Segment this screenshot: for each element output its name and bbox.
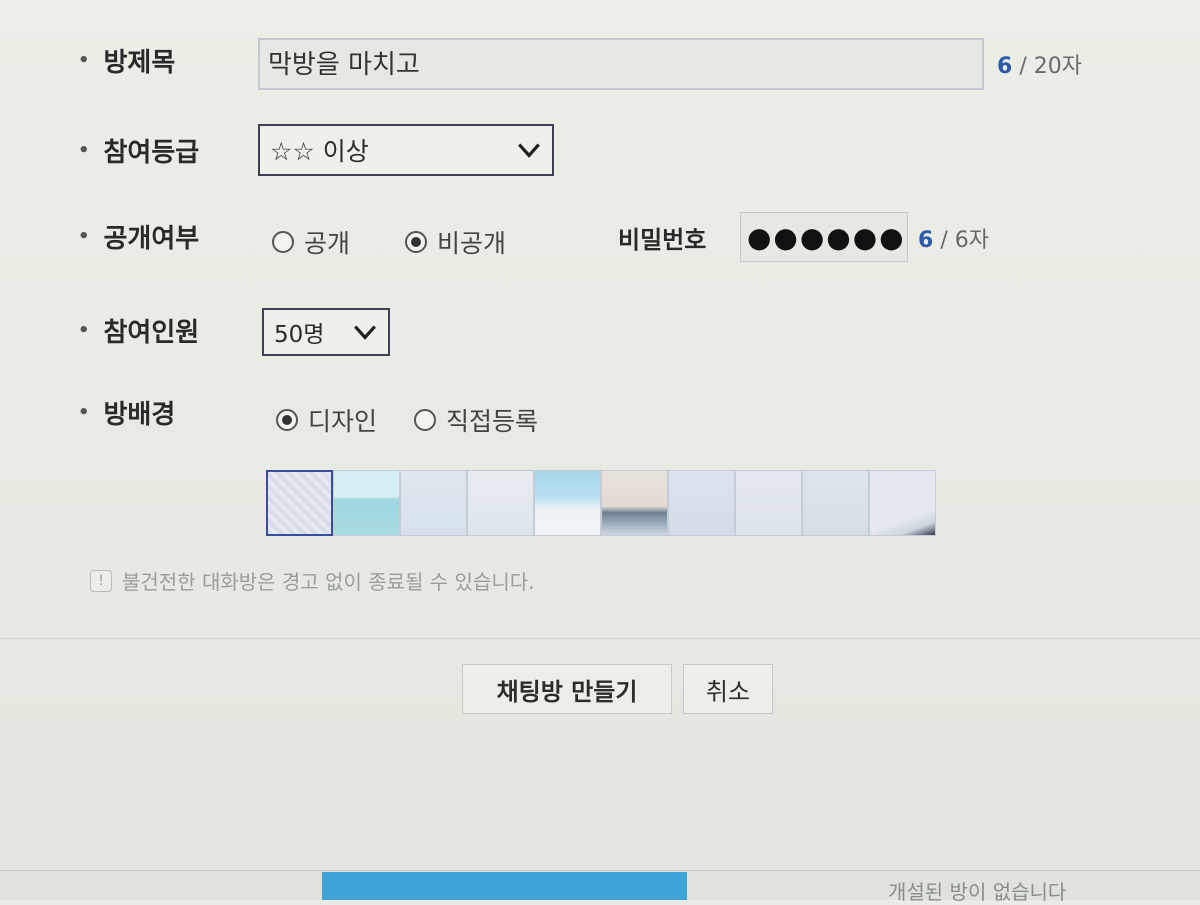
radio-private[interactable] — [405, 231, 427, 253]
visibility-row-label: • 공개여부 — [78, 218, 199, 255]
background-row-label: • 방배경 — [78, 394, 175, 431]
room-title-count-max: / 20자 — [1019, 54, 1082, 79]
grade-selected: ☆☆ 이상 — [270, 137, 369, 166]
bullet-icon: • — [78, 50, 90, 71]
grade-label: 참여등급 — [103, 138, 200, 168]
background-thumb[interactable] — [668, 470, 735, 536]
create-chatroom-button[interactable]: 채팅방 만들기 — [462, 664, 672, 714]
room-title-row-label: • 방제목 — [78, 42, 175, 79]
create-chatroom-panel: • 방제목 막방을 마치고 6 / 20자 • 참여등급 ☆☆ 이상 • 공개여… — [0, 0, 1200, 871]
bullet-icon: • — [78, 226, 90, 247]
radio-design[interactable] — [276, 409, 298, 431]
exclamation-icon: ! — [90, 569, 112, 592]
background-thumb[interactable] — [534, 470, 601, 536]
capacity-row-label: • 참여인원 — [78, 312, 199, 349]
cancel-button-label: 취소 — [705, 677, 751, 706]
background-custom-label: 직접등록 — [446, 407, 539, 436]
divider — [0, 638, 1200, 639]
bullet-icon: • — [78, 140, 90, 161]
background-thumb[interactable] — [400, 470, 467, 536]
password-count-current: 6 — [918, 228, 934, 253]
chevron-down-icon — [518, 143, 540, 158]
capacity-select[interactable]: 50명 — [262, 308, 390, 356]
cancel-button[interactable]: 취소 — [683, 664, 773, 714]
background-thumb[interactable] — [266, 470, 333, 536]
bullet-icon: • — [78, 320, 90, 341]
visibility-private-label: 비공개 — [437, 229, 507, 258]
room-title-counter: 6 / 20자 — [997, 48, 1082, 80]
capacity-label: 참여인원 — [103, 318, 200, 348]
room-title-value: 막방을 마치고 — [268, 50, 420, 80]
background-design-label: 디자인 — [308, 407, 378, 436]
warning-notice: ! 불건전한 대화방은 경고 없이 종료될 수 있습니다. — [90, 566, 535, 595]
password-label: 비밀번호 — [618, 226, 707, 254]
background-label: 방배경 — [103, 400, 176, 430]
password-count-max: / 6자 — [940, 228, 989, 253]
capacity-selected: 50명 — [274, 322, 325, 348]
create-chatroom-button-label: 채팅방 만들기 — [496, 677, 638, 706]
radio-custom[interactable] — [414, 409, 436, 431]
password-masked-value: ●●●●●● — [747, 220, 906, 254]
password-counter: 6 / 6자 — [918, 222, 989, 254]
grade-row-label: • 참여등급 — [78, 132, 199, 169]
visibility-private-option[interactable]: 비공개 — [405, 224, 506, 260]
grade-select[interactable]: ☆☆ 이상 — [258, 124, 554, 176]
notice-text: 불건전한 대화방은 경고 없이 종료될 수 있습니다. — [122, 570, 535, 594]
room-title-label: 방제목 — [103, 48, 176, 78]
password-input[interactable]: ●●●●●● — [740, 212, 908, 262]
visibility-public-option[interactable]: 공개 — [272, 224, 350, 260]
room-title-input[interactable]: 막방을 마치고 — [258, 38, 984, 90]
background-custom-option[interactable]: 직접등록 — [414, 402, 538, 438]
visibility-public-label: 공개 — [304, 229, 351, 258]
background-thumb[interactable] — [333, 470, 400, 536]
background-thumb[interactable] — [735, 470, 802, 536]
radio-public[interactable] — [272, 231, 294, 253]
background-thumb[interactable] — [869, 470, 936, 536]
visibility-label: 공개여부 — [103, 224, 200, 254]
background-thumb[interactable] — [601, 470, 668, 536]
room-list-empty-text: 개설된 방이 없습니다 — [888, 880, 1067, 904]
chevron-down-icon — [354, 325, 376, 340]
bullet-icon: • — [78, 402, 90, 423]
background-design-option[interactable]: 디자인 — [276, 402, 377, 438]
background-thumbnails — [266, 470, 936, 536]
bottom-tab-bar[interactable] — [322, 872, 687, 900]
room-title-count-current: 6 — [997, 54, 1013, 79]
background-thumb[interactable] — [467, 470, 534, 536]
background-thumb[interactable] — [802, 470, 869, 536]
